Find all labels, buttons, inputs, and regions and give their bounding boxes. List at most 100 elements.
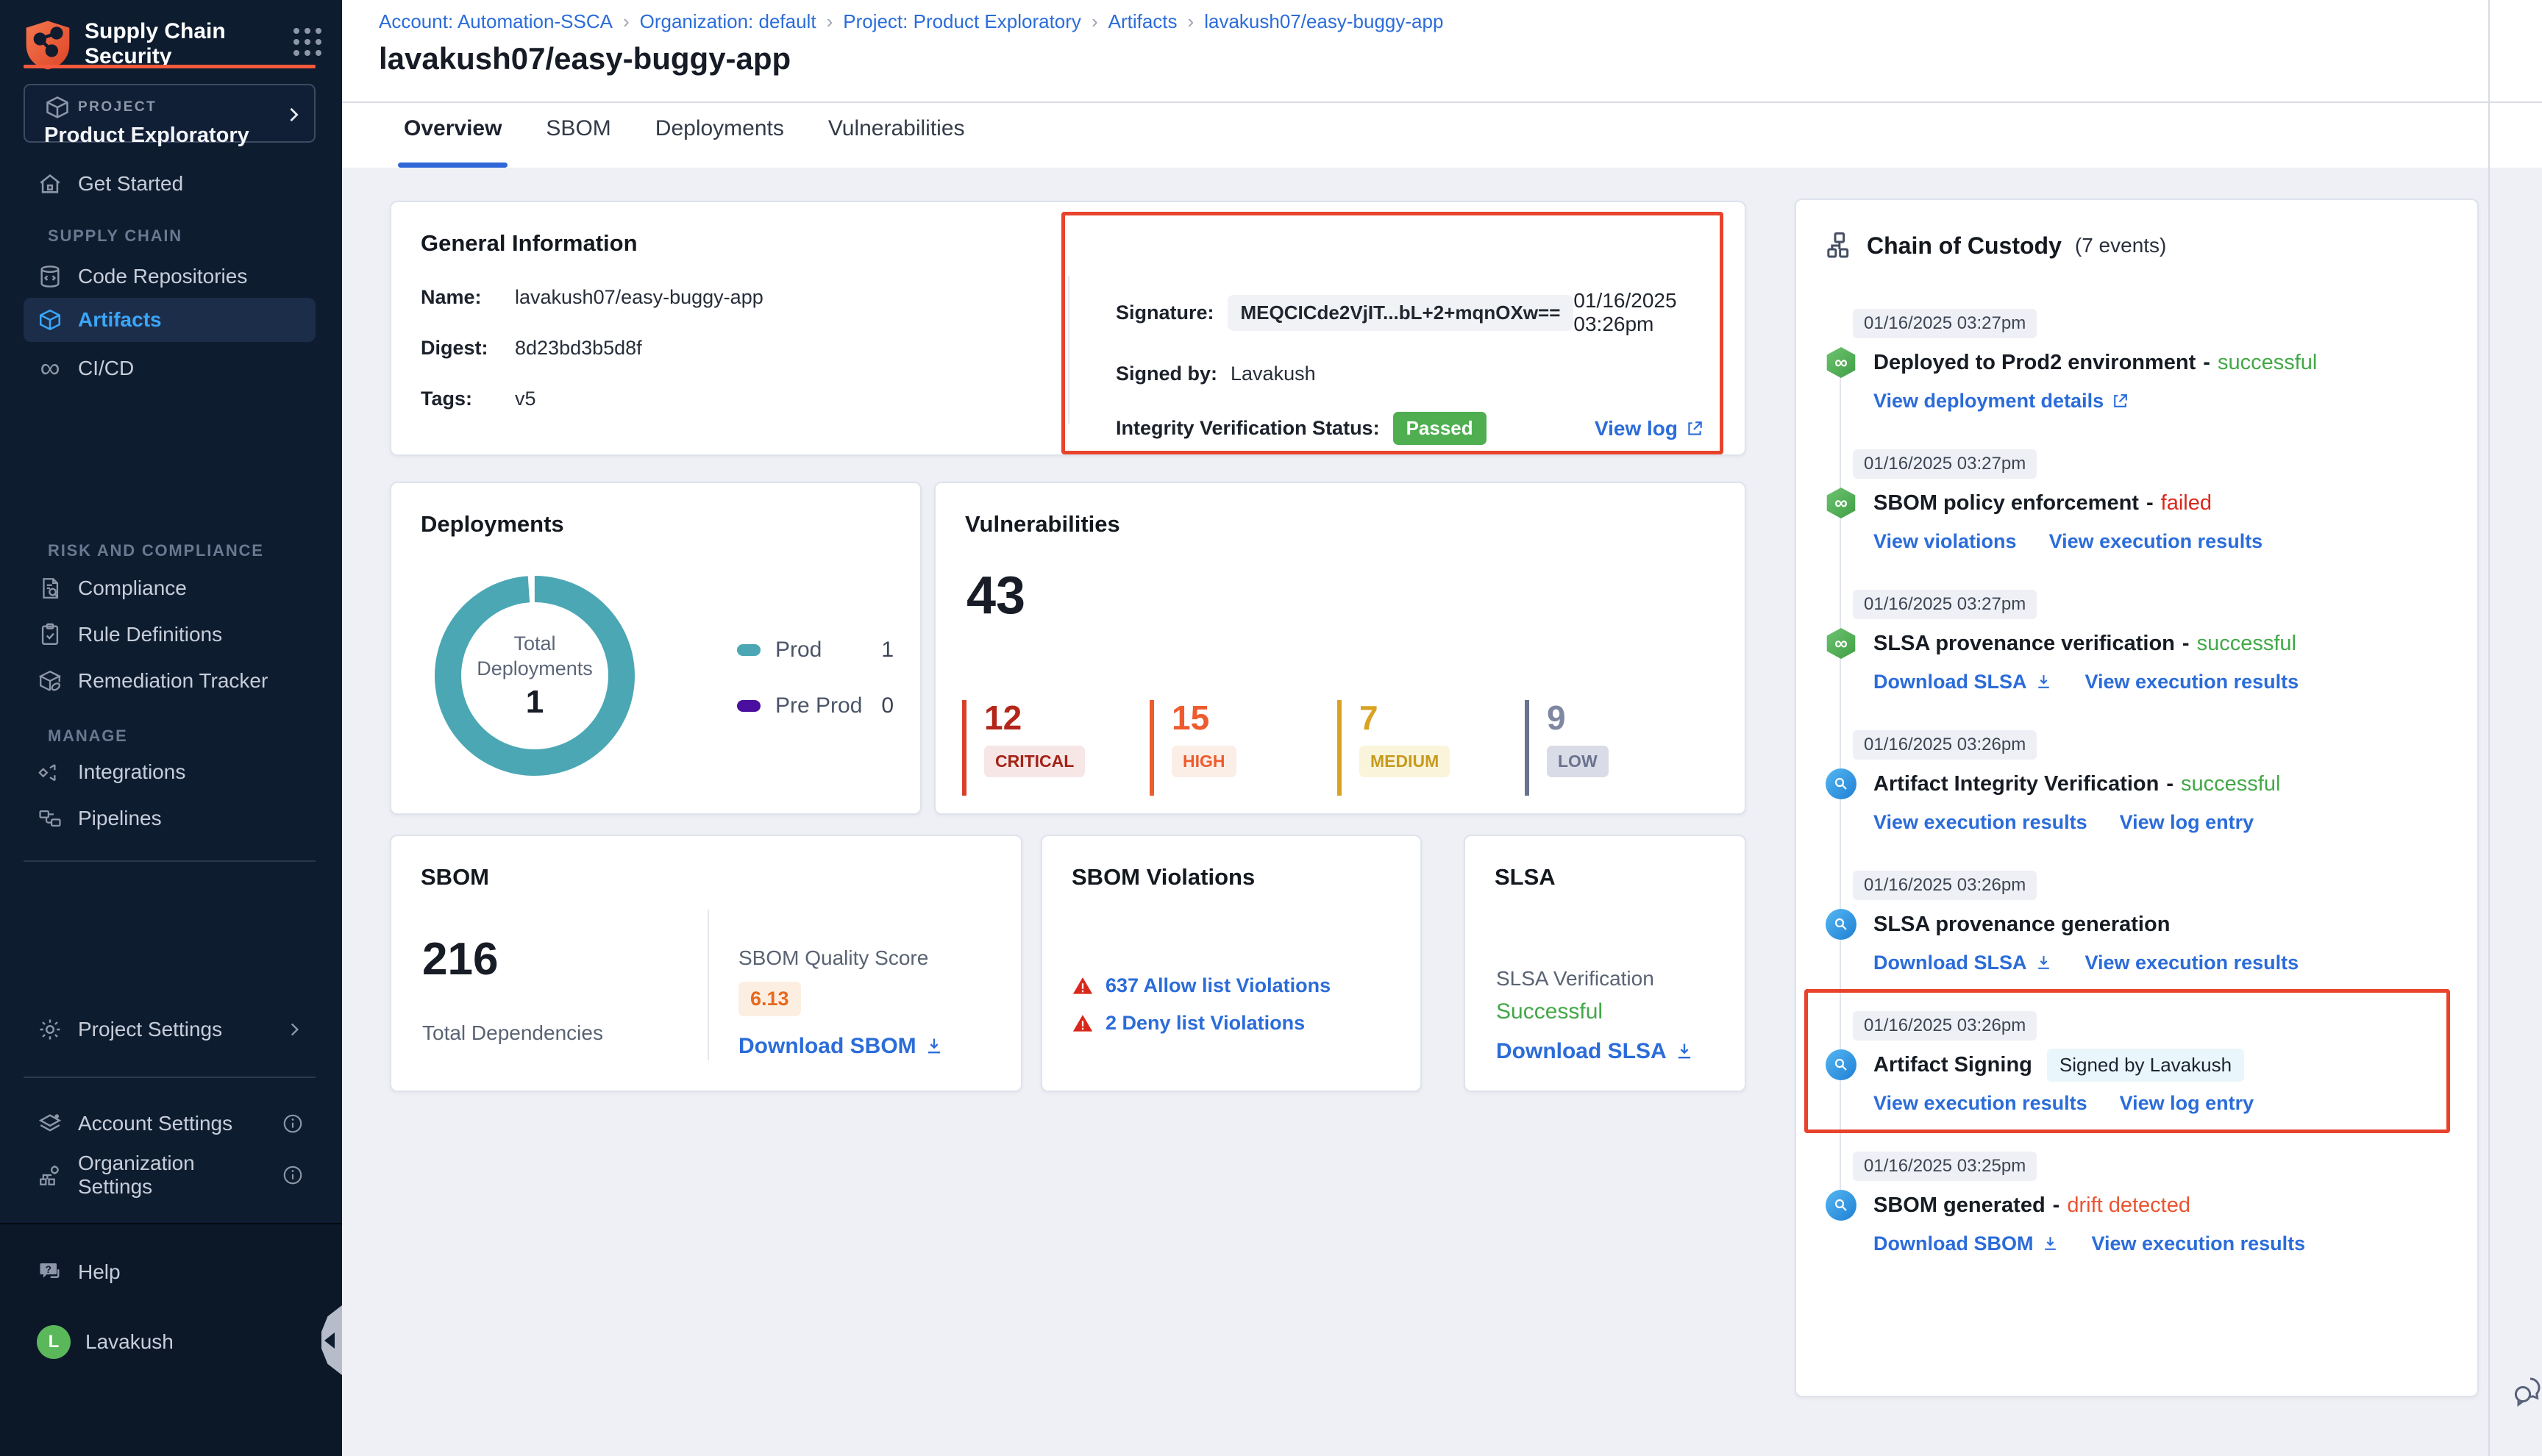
package-icon — [44, 94, 71, 121]
sidebar-item-integrations[interactable]: Integrations — [24, 752, 316, 793]
app-root: Supply Chain Security PROJECT Product Ex… — [0, 0, 2542, 1456]
sidebar-item-label: Pipelines — [78, 807, 162, 830]
tab-overview[interactable]: Overview — [402, 110, 503, 168]
sidebar-item-compliance[interactable]: Compliance — [24, 568, 316, 609]
tags-label: Tags: — [421, 388, 515, 410]
clipboard-check-icon — [37, 621, 63, 648]
deny-list-violations-row: 2 Deny list Violations — [1072, 1012, 1331, 1035]
event-timestamp: 01/16/2025 03:25pm — [1853, 1152, 2037, 1181]
donut-center-label: Total — [513, 631, 555, 656]
chain-event-sbom-generated: 01/16/2025 03:25pm SBOM generated - drif… — [1826, 1152, 2451, 1255]
view-execution-results-link[interactable]: View execution results — [1873, 1092, 2087, 1115]
warning-triangle-icon — [1072, 1013, 1094, 1035]
event-status: successful — [2181, 772, 2280, 796]
sidebar-item-pipelines[interactable]: Pipelines — [24, 798, 316, 839]
breadcrumb-artifacts[interactable]: Artifacts — [1108, 10, 1178, 33]
vulnerabilities-total: 43 — [966, 565, 1025, 626]
external-link-icon — [2111, 392, 2129, 410]
tab-sbom[interactable]: SBOM — [544, 110, 612, 168]
view-execution-results-link[interactable]: View execution results — [2085, 671, 2299, 693]
app-grid-icon[interactable] — [293, 28, 321, 56]
view-deployment-details-link[interactable]: View deployment details — [1873, 390, 2129, 413]
view-execution-results-link[interactable]: View execution results — [2092, 1232, 2306, 1255]
scan-icon — [1826, 909, 1856, 940]
tab-vulnerabilities[interactable]: Vulnerabilities — [827, 110, 966, 168]
sidebar-item-label: Account Settings — [78, 1112, 232, 1135]
event-status: failed — [2161, 491, 2212, 515]
breadcrumb-organization[interactable]: Organization: default — [640, 10, 816, 33]
sbom-total-label: Total Dependencies — [422, 1021, 603, 1045]
slsa-verification-status: Successful — [1496, 999, 1695, 1024]
project-selector[interactable]: PROJECT Product Exploratory — [24, 84, 316, 143]
event-status: successful — [2197, 632, 2296, 656]
pipelines-icon — [37, 805, 63, 832]
sbom-quality-label: SBOM Quality Score — [738, 946, 944, 970]
sidebar-item-get-started[interactable]: Get Started — [24, 163, 316, 204]
sidebar-item-rule-definitions[interactable]: Rule Definitions — [24, 614, 316, 655]
chat-bubbles-icon[interactable] — [2510, 1374, 2542, 1409]
view-execution-results-link[interactable]: View execution results — [2085, 952, 2299, 974]
code-repo-icon — [37, 263, 63, 290]
event-title: SLSA provenance generation — [1873, 913, 2170, 937]
chain-of-custody-card: Chain of Custody (7 events) 01/16/2025 0… — [1795, 199, 2479, 1397]
sidebar-item-account-settings[interactable]: Account Settings — [24, 1103, 316, 1144]
info-icon[interactable] — [282, 1113, 304, 1135]
sidebar-user[interactable]: L Lavakush — [24, 1321, 316, 1363]
integrity-row: Integrity Verification Status: Passed Vi… — [1116, 412, 1704, 445]
chain-event-slsa-verification: 01/16/2025 03:27pm ∞ SLSA provenance ver… — [1826, 590, 2451, 693]
deny-list-violations-link[interactable]: 2 Deny list Violations — [1106, 1012, 1305, 1035]
sidebar-item-label: Organization Settings — [78, 1152, 267, 1199]
chain-event-sbom-policy: 01/16/2025 03:27pm ∞ SBOM policy enforce… — [1826, 449, 2451, 553]
download-slsa-link[interactable]: Download SLSA — [1873, 671, 2053, 693]
collapse-arrow-icon — [324, 1332, 335, 1349]
event-timestamp: 01/16/2025 03:26pm — [1853, 730, 2037, 760]
view-execution-results-link[interactable]: View execution results — [2049, 530, 2263, 553]
sidebar-item-help[interactable]: ? Help — [24, 1252, 316, 1293]
breadcrumb-current-artifact[interactable]: lavakush07/easy-buggy-app — [1204, 10, 1443, 33]
sidebar-item-project-settings[interactable]: Project Settings — [24, 1009, 316, 1050]
donut-center-label: Deployments — [477, 656, 593, 681]
section-supply-chain: SUPPLY CHAIN — [48, 226, 182, 246]
signed-by-badge: Signed by Lavakush — [2047, 1049, 2244, 1082]
card-title: Deployments — [421, 511, 891, 538]
view-log-entry-link[interactable]: View log entry — [2120, 811, 2254, 834]
chain-of-custody-icon — [1824, 231, 1854, 260]
event-timestamp: 01/16/2025 03:26pm — [1853, 1011, 2037, 1041]
sidebar-item-cicd[interactable]: ∞ CI/CD — [24, 348, 316, 389]
event-title: SLSA provenance verification — [1873, 632, 2175, 656]
breadcrumb: Account: Automation-SSCA › Organization:… — [379, 10, 1443, 33]
sbom-card: SBOM 216 Total Dependencies SBOM Quality… — [390, 835, 1022, 1092]
sidebar-item-organization-settings[interactable]: Organization Settings — [24, 1155, 316, 1196]
sidebar-item-label: Compliance — [78, 577, 187, 600]
sbom-quality-score: 6.13 — [738, 982, 801, 1016]
app-title: Supply Chain Security — [85, 19, 254, 69]
download-slsa-link[interactable]: Download SLSA — [1873, 952, 2053, 974]
view-violations-link[interactable]: View violations — [1873, 530, 2017, 553]
event-timestamp: 01/16/2025 03:27pm — [1853, 590, 2037, 619]
info-icon[interactable] — [282, 1164, 304, 1186]
download-slsa-link[interactable]: Download SLSA — [1496, 1039, 1695, 1064]
sidebar-item-code-repositories[interactable]: Code Repositories — [24, 256, 316, 297]
download-icon — [2034, 954, 2053, 972]
scan-icon — [1826, 768, 1856, 799]
sidebar: Supply Chain Security PROJECT Product Ex… — [0, 0, 342, 1456]
tab-deployments[interactable]: Deployments — [654, 110, 786, 168]
breadcrumb-account[interactable]: Account: Automation-SSCA — [379, 10, 613, 33]
sidebar-item-remediation-tracker[interactable]: Remediation Tracker — [24, 660, 316, 702]
view-log-link[interactable]: View log — [1595, 417, 1704, 440]
supply-chain-security-logo-icon — [24, 19, 71, 71]
download-sbom-link[interactable]: Download SBOM — [738, 1034, 944, 1059]
download-sbom-link[interactable]: Download SBOM — [1873, 1232, 2059, 1255]
view-execution-results-link[interactable]: View execution results — [1873, 811, 2087, 834]
view-log-entry-link[interactable]: View log entry — [2120, 1092, 2254, 1115]
sidebar-header: Supply Chain Security — [24, 19, 321, 71]
allow-list-violations-link[interactable]: 637 Allow list Violations — [1106, 974, 1331, 997]
breadcrumb-separator-icon: › — [1188, 10, 1195, 33]
signature-value[interactable]: MEQCICde2VjIT...bL+2+mqnOXw== — [1228, 295, 1574, 331]
severity-low: 9 LOW — [1525, 700, 1712, 796]
breadcrumb-project[interactable]: Project: Product Exploratory — [843, 10, 1081, 33]
sidebar-divider — [24, 860, 316, 862]
user-name: Lavakush — [85, 1330, 174, 1354]
sidebar-item-artifacts[interactable]: Artifacts — [24, 298, 316, 342]
main-area: Account: Automation-SSCA › Organization:… — [342, 0, 2542, 1456]
